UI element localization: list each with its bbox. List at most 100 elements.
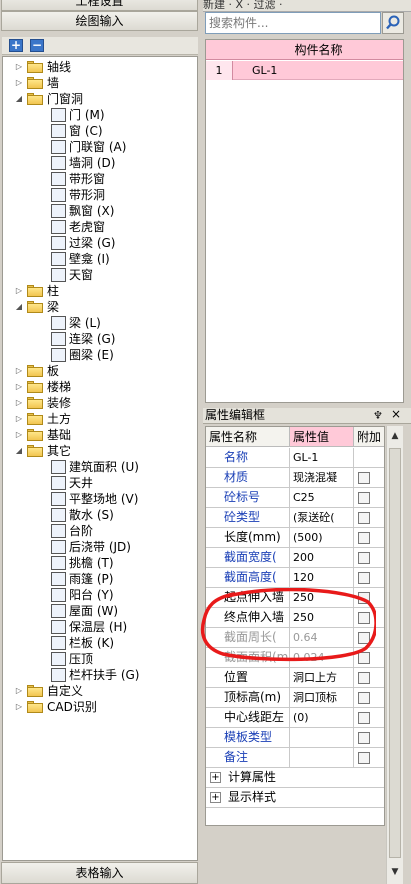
extra-checkbox[interactable] bbox=[358, 472, 370, 484]
tree-folder[interactable]: ▷ 墙 bbox=[3, 75, 193, 91]
expand-icon[interactable]: ▷ bbox=[15, 703, 23, 711]
extra-checkbox[interactable] bbox=[358, 692, 370, 704]
tree-leaf[interactable]: 阳台 (Y) bbox=[3, 587, 193, 603]
pin-icon[interactable]: ♆ bbox=[373, 408, 383, 423]
tree-leaf[interactable]: 梁 (L) bbox=[3, 315, 193, 331]
expand-icon[interactable]: ▷ bbox=[15, 431, 23, 439]
property-value[interactable]: C25 bbox=[290, 488, 354, 508]
tree-leaf[interactable]: 保温层 (H) bbox=[3, 619, 193, 635]
property-value[interactable]: 洞口顶标 bbox=[290, 688, 354, 708]
property-value[interactable]: 120 bbox=[290, 568, 354, 588]
tree-folder[interactable]: ◢ 其它 bbox=[3, 443, 193, 459]
tree-leaf[interactable]: 连梁 (G) bbox=[3, 331, 193, 347]
property-row[interactable]: 顶标高(m) 洞口顶标 bbox=[206, 688, 384, 708]
property-value[interactable]: 洞口上方 bbox=[290, 668, 354, 688]
tree-leaf[interactable]: 墙洞 (D) bbox=[3, 155, 193, 171]
tree-leaf[interactable]: 带形洞 bbox=[3, 187, 193, 203]
tree-folder[interactable]: ▷ 轴线 bbox=[3, 59, 193, 75]
property-row[interactable]: 中心线距左 (0) bbox=[206, 708, 384, 728]
property-row[interactable]: 截面高度(120 bbox=[206, 568, 384, 588]
property-group-row[interactable]: + 计算属性 bbox=[206, 768, 384, 788]
collapse-icon[interactable]: ◢ bbox=[15, 95, 23, 103]
tree-folder[interactable]: ▷ 柱 bbox=[3, 283, 193, 299]
tree-leaf[interactable]: 老虎窗 bbox=[3, 219, 193, 235]
extra-checkbox[interactable] bbox=[358, 492, 370, 504]
tree-leaf[interactable]: 栏杆扶手 (G) bbox=[3, 667, 193, 683]
expand-icon[interactable]: ▷ bbox=[15, 687, 23, 695]
collapse-icon[interactable]: ◢ bbox=[15, 303, 23, 311]
tree-leaf[interactable]: 带形窗 bbox=[3, 171, 193, 187]
tree-leaf[interactable]: 飘窗 (X) bbox=[3, 203, 193, 219]
tree-leaf[interactable]: 平整场地 (V) bbox=[3, 491, 193, 507]
table-input-tab[interactable]: 表格输入 bbox=[1, 862, 198, 884]
tree-leaf[interactable]: 栏板 (K) bbox=[3, 635, 193, 651]
tree-folder[interactable]: ▷ 基础 bbox=[3, 427, 193, 443]
property-value[interactable]: 现浇混凝 bbox=[290, 468, 354, 488]
tree-leaf[interactable]: 雨篷 (P) bbox=[3, 571, 193, 587]
tree-leaf[interactable]: 屋面 (W) bbox=[3, 603, 193, 619]
extra-checkbox[interactable] bbox=[358, 752, 370, 764]
tree-leaf[interactable]: 天窗 bbox=[3, 267, 193, 283]
scroll-down-icon[interactable]: ▼ bbox=[389, 866, 401, 878]
property-value[interactable] bbox=[290, 748, 354, 768]
property-row[interactable]: 材质 现浇混凝 bbox=[206, 468, 384, 488]
property-row[interactable]: 砼标号 C25 bbox=[206, 488, 384, 508]
extra-checkbox[interactable] bbox=[358, 572, 370, 584]
property-row[interactable]: 砼类型 (泵送砼( bbox=[206, 508, 384, 528]
tree-leaf[interactable]: 散水 (S) bbox=[3, 507, 193, 523]
tree-folder[interactable]: ▷ CAD识别 bbox=[3, 699, 193, 715]
property-row[interactable]: 备注 bbox=[206, 748, 384, 768]
property-value[interactable]: (500) bbox=[290, 528, 354, 548]
expand-icon[interactable]: ▷ bbox=[15, 415, 23, 423]
tree-leaf[interactable]: 压顶 bbox=[3, 651, 193, 667]
tree-folder[interactable]: ▷ 土方 bbox=[3, 411, 193, 427]
project-settings-tab[interactable]: 工程设置 bbox=[1, 0, 198, 11]
tree-leaf[interactable]: 门 (M) bbox=[3, 107, 193, 123]
expand-icon[interactable]: ▷ bbox=[15, 79, 23, 87]
collapse-all-button[interactable]: − bbox=[30, 39, 44, 52]
table-row[interactable]: 1 GL-1 bbox=[206, 61, 403, 80]
property-row[interactable]: 长度(mm) (500) bbox=[206, 528, 384, 548]
drawing-input-title[interactable]: 绘图输入 bbox=[1, 11, 198, 31]
tree-leaf[interactable]: 过梁 (G) bbox=[3, 235, 193, 251]
property-row[interactable]: 名称 GL-1 bbox=[206, 448, 384, 468]
property-value[interactable]: 200 bbox=[290, 548, 354, 568]
search-button[interactable] bbox=[382, 12, 404, 34]
tree-leaf[interactable]: 圈梁 (E) bbox=[3, 347, 193, 363]
tree-leaf[interactable]: 壁龛 (I) bbox=[3, 251, 193, 267]
expand-icon[interactable]: + bbox=[210, 772, 221, 783]
tree-folder[interactable]: ◢ 门窗洞 bbox=[3, 91, 193, 107]
collapse-icon[interactable]: ◢ bbox=[15, 447, 23, 455]
expand-icon[interactable]: ▷ bbox=[15, 63, 23, 71]
expand-icon[interactable]: + bbox=[210, 792, 221, 803]
extra-checkbox[interactable] bbox=[358, 712, 370, 724]
property-value[interactable]: GL-1 bbox=[290, 448, 354, 468]
expand-icon[interactable]: ▷ bbox=[15, 287, 23, 295]
extra-checkbox[interactable] bbox=[358, 532, 370, 544]
tree-folder[interactable]: ▷ 楼梯 bbox=[3, 379, 193, 395]
tree-folder[interactable]: ▷ 装修 bbox=[3, 395, 193, 411]
close-icon[interactable]: × bbox=[391, 407, 401, 422]
extra-checkbox[interactable] bbox=[358, 552, 370, 564]
tree-leaf[interactable]: 挑檐 (T) bbox=[3, 555, 193, 571]
search-input[interactable]: 搜索构件... bbox=[205, 12, 381, 34]
property-value[interactable]: (0) bbox=[290, 708, 354, 728]
tree-folder[interactable]: ▷ 自定义 bbox=[3, 683, 193, 699]
property-group-row[interactable]: + 显示样式 bbox=[206, 788, 384, 808]
extra-checkbox[interactable] bbox=[358, 732, 370, 744]
tree-folder[interactable]: ▷ 板 bbox=[3, 363, 193, 379]
expand-all-button[interactable]: + bbox=[9, 39, 23, 52]
tree-leaf[interactable]: 台阶 bbox=[3, 523, 193, 539]
property-value[interactable] bbox=[290, 728, 354, 748]
property-row[interactable]: 模板类型 bbox=[206, 728, 384, 748]
expand-icon[interactable]: ▷ bbox=[15, 367, 23, 375]
tree-leaf[interactable]: 建筑面积 (U) bbox=[3, 459, 193, 475]
extra-checkbox[interactable] bbox=[358, 672, 370, 684]
property-value[interactable]: (泵送砼( bbox=[290, 508, 354, 528]
scroll-up-icon[interactable]: ▲ bbox=[389, 430, 401, 442]
tree-leaf[interactable]: 窗 (C) bbox=[3, 123, 193, 139]
scroll-thumb[interactable] bbox=[389, 448, 401, 858]
property-row[interactable]: 截面宽度(200 bbox=[206, 548, 384, 568]
property-scrollbar[interactable]: ▲ ▼ bbox=[386, 426, 403, 884]
tree-leaf[interactable]: 天井 bbox=[3, 475, 193, 491]
